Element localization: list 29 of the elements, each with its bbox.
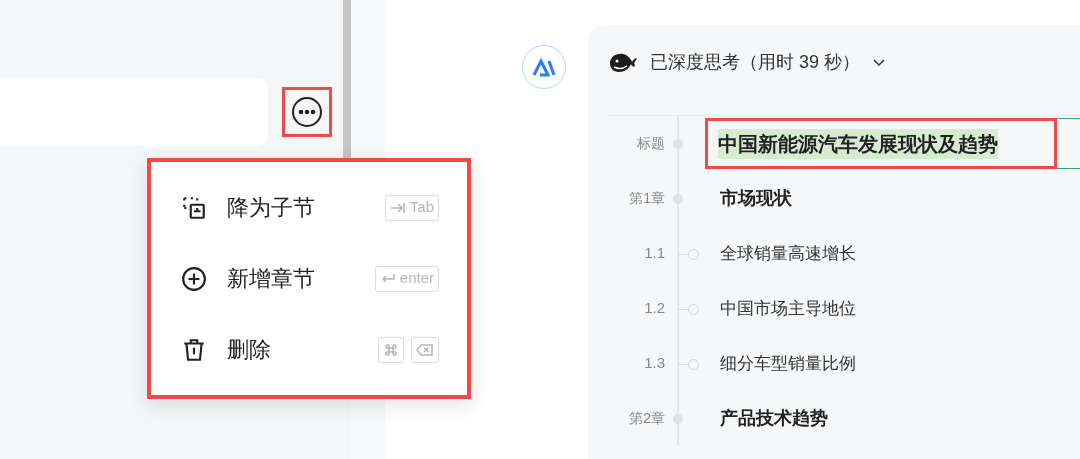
backspace-key-icon [411,336,439,363]
outline-number: 1.1 [643,243,665,264]
section-title[interactable]: 全球销量高速增长 [720,240,856,267]
menu-item[interactable]: 删除 [181,314,439,385]
outline-number: 第2章 [628,409,665,428]
thinking-toggle[interactable]: 已深度思考（用时 39 秒） [608,25,887,99]
assistant-avatar [522,45,566,89]
scrollbar[interactable] [343,0,351,160]
title-text: 中国新能源汽车发展现状及趋势 [718,128,998,159]
shortcut-key: Tab [384,194,439,221]
add-icon [181,265,207,292]
outline-number: 1.2 [643,298,665,319]
menu-item[interactable]: 新增章节 enter [181,243,439,314]
outline-number: 1.3 [643,353,665,374]
chapter-title[interactable]: 市场现状 [720,185,792,212]
outline-number: 第1章 [628,189,665,208]
command-key-icon [378,336,404,363]
more-button[interactable] [282,87,332,137]
trash-icon [181,336,207,363]
shortcut-key: enter [374,265,439,292]
section-title[interactable]: 中国市场主导地位 [720,295,856,322]
title-field[interactable]: 中国新能源汽车发展现状及趋势 [705,118,1080,169]
outline-number: 标题 [636,134,665,153]
whale-icon [608,51,638,73]
menu-item[interactable]: 降为子节 Tab [181,172,439,243]
section-title[interactable]: 细分车型销量比例 [720,350,856,377]
more-icon [291,96,323,128]
chapter-title[interactable]: 产品技术趋势 [720,405,828,432]
demote-icon [181,194,207,221]
